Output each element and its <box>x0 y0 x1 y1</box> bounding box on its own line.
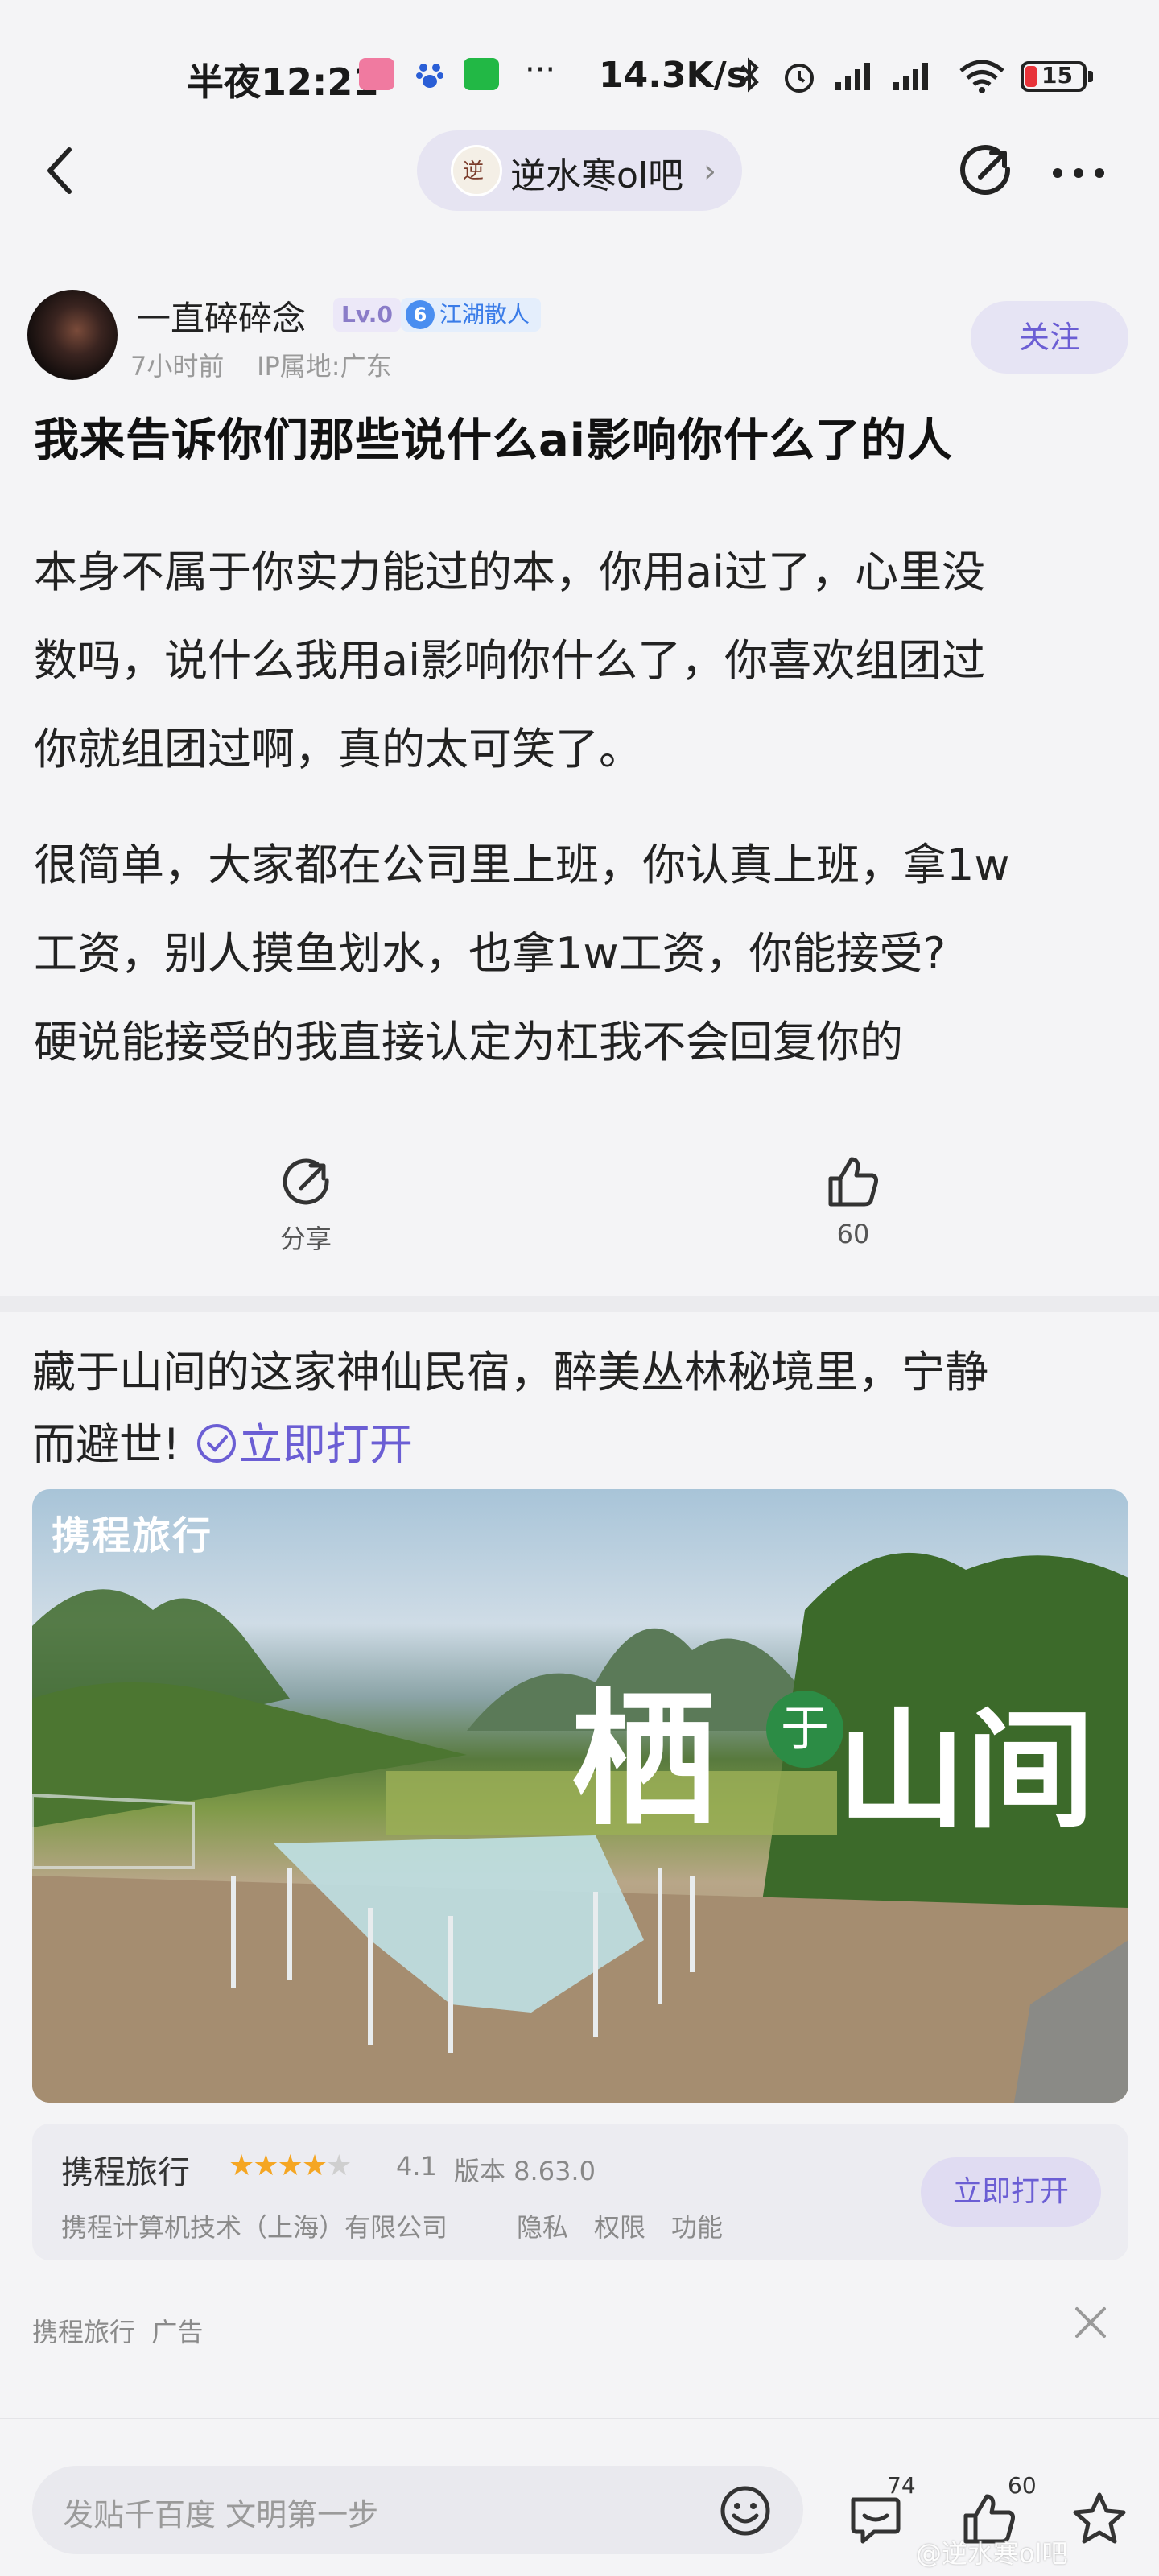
ad-image[interactable]: 携程旅行 栖 于 山间 <box>32 1489 1128 2103</box>
thumbs-up-icon <box>824 1153 882 1211</box>
post-line: 硬说能接受的我直接认定为杠我不会回复你的 <box>34 1017 903 1067</box>
close-icon[interactable] <box>1072 2304 1109 2341</box>
status-bar: 半夜12:21 ··· 14.3K/s 15 <box>0 0 1159 121</box>
follow-button[interactable]: 关注 <box>971 301 1128 374</box>
level-badge: Lv.0 <box>333 298 401 332</box>
post-meta: 7小时前 IP属地:广东 <box>130 346 392 383</box>
star-icon[interactable] <box>1069 2488 1130 2549</box>
reply-input[interactable]: 发贴千百度 文明第一步 <box>32 2466 803 2554</box>
ad-calligraphy-right: 山间 <box>837 1695 1095 1846</box>
emoji-icon[interactable] <box>718 2483 773 2538</box>
post-line: 工资，别人摸鱼划水，也拿1w工资，你能接受? <box>34 928 947 979</box>
rank-badge: 6 江湖散人 <box>401 298 542 332</box>
post-paragraph-1: 本身不属于你实力能过的本，你用ai过了，心里没 数吗，说什么我用ai影响你什么了… <box>34 528 1136 794</box>
star-rating: ★★★★★ <box>229 2149 352 2182</box>
ad-headline[interactable]: 藏于山间的这家神仙民宿，醉美丛林秘境里，宁静 而避世! 立即打开 <box>32 1336 1127 1481</box>
rank-title: 江湖散人 <box>439 301 530 328</box>
signal-icon-1 <box>832 56 881 97</box>
alarm-icon <box>781 58 818 98</box>
more-icon[interactable] <box>1046 145 1111 201</box>
forum-name: 逆水寒ol吧 <box>510 155 684 196</box>
like-count-bottom: 60 <box>1008 2472 1037 2499</box>
app-company: 携程计算机技术（上海）有限公司 <box>61 2212 448 2243</box>
wifi-icon <box>958 58 1006 97</box>
check-circle-icon <box>196 1424 236 1463</box>
rating-value: 4.1 <box>396 2151 437 2182</box>
comment-count: 74 <box>887 2472 916 2499</box>
share-action[interactable]: 分享 <box>241 1151 370 1264</box>
forum-link[interactable]: 逆 逆水寒ol吧 › <box>417 130 742 211</box>
net-speed: 14.3K/s <box>599 55 748 96</box>
more-notifications-icon: ··· <box>525 52 556 89</box>
bilibili-icon <box>359 58 394 90</box>
post-title: 我来告诉你们那些说什么ai影响你什么了的人 <box>34 415 953 467</box>
post-paragraph-2: 很简单，大家都在公司里上班，你认真上班，拿1w 工资，别人摸鱼划水，也拿1w工资… <box>34 821 1136 1087</box>
like-action[interactable]: 60 <box>789 1151 918 1264</box>
app-card[interactable]: 携程旅行 ★★★★★ 4.1 版本 8.63.0 携程计算机技术（上海）有限公司… <box>32 2124 1128 2260</box>
chevron-right-icon: › <box>703 153 716 190</box>
open-app-button[interactable]: 立即打开 <box>921 2157 1101 2227</box>
watermark: @逆水寒ol吧 <box>916 2538 1068 2569</box>
app-version: 版本 8.63.0 <box>454 2156 596 2186</box>
status-time: 半夜12:21 <box>187 60 379 104</box>
features-link[interactable]: 功能 <box>671 2207 723 2244</box>
bluetooth-icon <box>737 56 761 97</box>
post-line: 你就组团过啊，真的太可笑了。 <box>34 724 642 774</box>
chevron-left-icon <box>47 147 72 194</box>
signal-icon-2 <box>890 56 938 97</box>
svg-text:逆: 逆 <box>463 159 484 184</box>
ad-open-link[interactable]: 立即打开 <box>194 1419 413 1470</box>
battery-cap <box>1088 71 1093 82</box>
privacy-link[interactable]: 隐私 <box>517 2207 568 2244</box>
author-name[interactable]: 一直碎碎念 <box>137 291 306 341</box>
ad-calligraphy-mid: 于 <box>766 1690 843 1768</box>
share-label: 分享 <box>279 1224 332 1254</box>
author-avatar[interactable] <box>27 290 118 380</box>
baidu-paw-icon <box>414 58 446 90</box>
post-line: 很简单，大家都在公司里上班，你认真上班，拿1w <box>34 840 1010 890</box>
app-name: 携程旅行 <box>61 2154 190 2191</box>
forum-avatar: 逆 <box>451 145 502 196</box>
share-icon <box>277 1154 335 1212</box>
ad-source: 携程旅行 广告 <box>32 2317 204 2347</box>
permissions-link[interactable]: 权限 <box>594 2207 645 2244</box>
ad-line-2: 而避世! 立即打开 <box>32 1419 413 1470</box>
bottom-bar: 发贴千百度 文明第一步 74 60 @逆水寒ol吧 <box>0 2418 1159 2576</box>
like-count: 60 <box>836 1219 870 1249</box>
section-divider <box>0 1296 1159 1312</box>
ip-location: IP属地:广东 <box>257 351 392 382</box>
ad-brand-logo: 携程旅行 <box>52 1513 213 1558</box>
ad-line-1: 藏于山间的这家神仙民宿，醉美丛林秘境里，宁静 <box>32 1347 988 1397</box>
wechat-icon <box>464 58 499 90</box>
post-line: 本身不属于你实力能过的本，你用ai过了，心里没 <box>34 547 986 597</box>
post-time: 7小时前 <box>130 351 225 382</box>
share-icon[interactable] <box>956 142 1016 201</box>
rank-number: 6 <box>406 300 435 329</box>
reply-placeholder: 发贴千百度 文明第一步 <box>63 2497 379 2533</box>
battery-icon: 15 <box>1021 61 1087 92</box>
post-line: 数吗，说什么我用ai影响你什么了，你喜欢组团过 <box>34 635 986 686</box>
ad-calligraphy-left: 栖 <box>571 1675 717 1845</box>
back-button[interactable] <box>37 138 85 203</box>
